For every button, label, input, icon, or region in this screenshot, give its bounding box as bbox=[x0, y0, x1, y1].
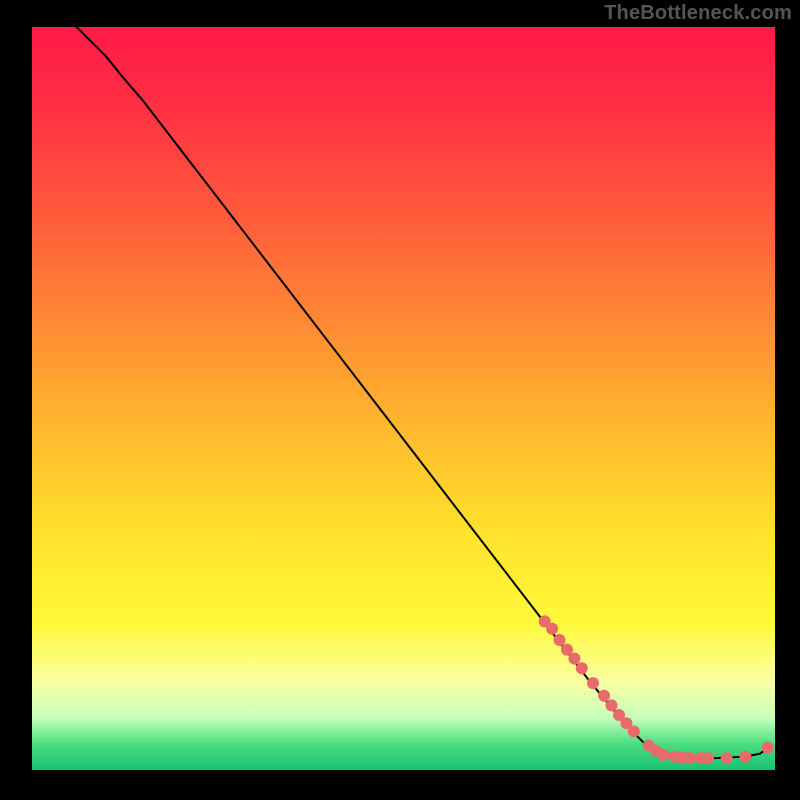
chart-container: TheBottleneck.com bbox=[0, 0, 800, 800]
data-point bbox=[658, 749, 670, 761]
data-point bbox=[546, 623, 558, 635]
data-point bbox=[702, 752, 714, 764]
data-point bbox=[598, 690, 610, 702]
data-point bbox=[684, 752, 696, 764]
bottleneck-chart bbox=[32, 27, 775, 770]
gradient-background bbox=[32, 27, 775, 770]
plot-area bbox=[32, 27, 775, 770]
data-point bbox=[628, 725, 640, 737]
watermark-text: TheBottleneck.com bbox=[604, 2, 792, 25]
data-point bbox=[606, 699, 618, 711]
data-point bbox=[762, 742, 774, 754]
data-point bbox=[739, 751, 751, 763]
data-point bbox=[721, 752, 733, 764]
data-point bbox=[554, 634, 566, 646]
data-point bbox=[587, 677, 599, 689]
data-point bbox=[576, 662, 588, 674]
data-point bbox=[568, 653, 580, 665]
